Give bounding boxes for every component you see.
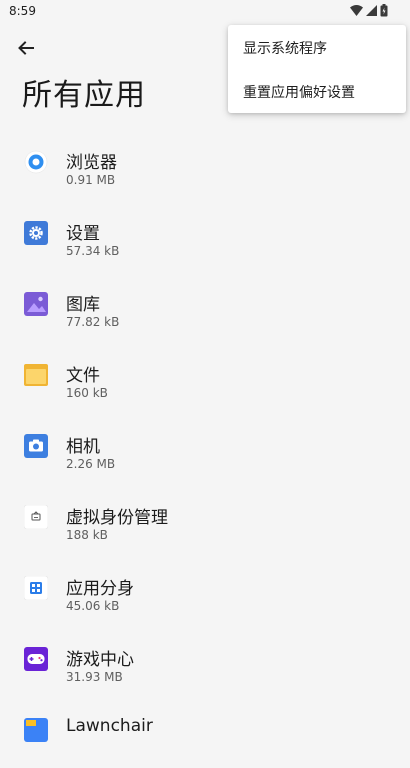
gallery-icon <box>24 292 48 316</box>
list-item[interactable]: 应用分身 45.06 kB <box>0 555 410 626</box>
list-item[interactable]: 虚拟身份管理 188 kB <box>0 484 410 555</box>
list-item[interactable]: 文件 160 kB <box>0 342 410 413</box>
app-name: 设置 <box>66 224 100 244</box>
list-item[interactable]: 设置 57.34 kB <box>0 200 410 271</box>
list-item[interactable]: 相机 2.26 MB <box>0 413 410 484</box>
page-title: 所有应用 <box>22 78 146 113</box>
identity-icon <box>24 505 48 529</box>
settings-gear-icon <box>24 221 48 245</box>
app-size: 77.82 kB <box>66 315 120 329</box>
app-list[interactable]: 浏览器 0.91 MB 设置 57.34 kB 图库 77.82 kB 文件 1… <box>0 129 410 768</box>
app-size: 160 kB <box>66 386 108 400</box>
app-name: Lawnchair <box>66 716 153 736</box>
battery-icon <box>380 4 388 17</box>
overflow-menu: 显示系统程序 重置应用偏好设置 <box>228 25 406 113</box>
app-size: 2.26 MB <box>66 457 116 471</box>
list-item[interactable]: 图库 77.82 kB <box>0 271 410 342</box>
arrow-back-icon <box>18 41 34 55</box>
status-bar: 8:59 <box>0 0 410 24</box>
app-size: 0.91 MB <box>66 173 116 187</box>
back-button[interactable] <box>12 34 40 62</box>
app-name: 虚拟身份管理 <box>66 508 168 528</box>
app-name: 相机 <box>66 437 100 457</box>
list-item[interactable]: 浏览器 0.91 MB <box>0 129 410 200</box>
app-name: 图库 <box>66 295 100 315</box>
wifi-icon <box>350 5 363 16</box>
app-name: 文件 <box>66 366 100 386</box>
app-name: 浏览器 <box>66 153 117 173</box>
list-item[interactable]: Lawnchair <box>0 697 410 768</box>
list-item[interactable]: 游戏中心 31.93 MB <box>0 626 410 697</box>
menu-item-show-system-apps[interactable]: 显示系统程序 <box>243 38 327 58</box>
app-size: 45.06 kB <box>66 599 120 613</box>
app-name: 游戏中心 <box>66 650 134 670</box>
camera-icon <box>24 434 48 458</box>
app-size: 188 kB <box>66 528 108 542</box>
gamepad-icon <box>24 647 48 671</box>
app-name: 应用分身 <box>66 579 134 599</box>
app-size: 57.34 kB <box>66 244 120 258</box>
menu-item-reset-app-preferences[interactable]: 重置应用偏好设置 <box>243 82 355 102</box>
lawnchair-icon <box>24 718 48 742</box>
browser-icon <box>24 150 48 174</box>
signal-icon <box>366 5 377 16</box>
status-icons <box>350 4 388 17</box>
folder-icon <box>24 363 48 387</box>
app-size: 31.93 MB <box>66 670 123 684</box>
status-time: 8:59 <box>9 4 36 18</box>
app-clone-icon <box>24 576 48 600</box>
